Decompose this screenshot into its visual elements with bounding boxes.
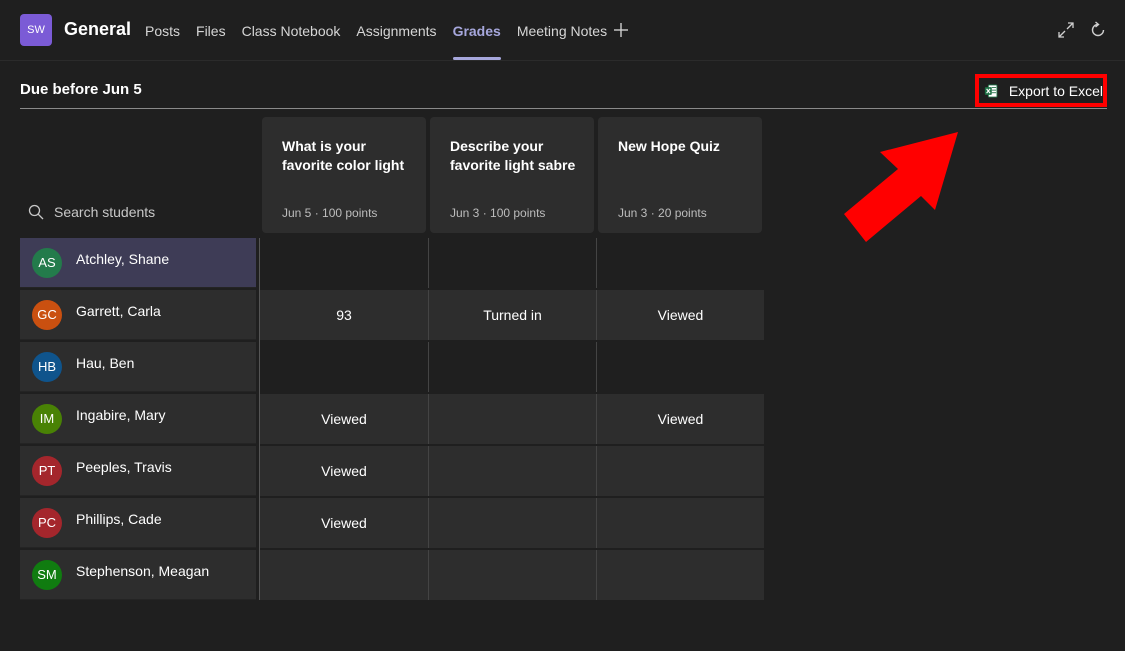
student-row-peeples[interactable]: PT Peeples, Travis <box>20 446 256 496</box>
grade-cell[interactable] <box>260 342 428 392</box>
header-divider <box>20 108 1107 109</box>
grade-row: 93 Turned in Viewed <box>260 290 764 340</box>
grade-cell[interactable]: Viewed <box>260 394 428 444</box>
row-separator <box>260 548 764 550</box>
assignment-header-new-hope-quiz[interactable]: New Hope Quiz Jun 3 · 20 points <box>598 117 762 233</box>
student-name: Stephenson, Meagan <box>76 562 210 579</box>
assignment-points: 100 points <box>322 206 378 220</box>
search-students[interactable]: Search students <box>28 204 155 220</box>
tab-bar: Posts Files Class Notebook Assignments G… <box>145 0 623 61</box>
grade-row <box>260 550 764 600</box>
assignment-points: 100 points <box>490 206 546 220</box>
tab-files[interactable]: Files <box>196 0 226 61</box>
grade-cell[interactable] <box>428 550 596 600</box>
assignment-title: Describe your favorite light sabre <box>450 138 576 173</box>
avatar: AS <box>32 247 62 278</box>
grade-row <box>260 238 764 288</box>
grade-cell[interactable] <box>596 446 764 496</box>
export-label: Export to Excel <box>1008 82 1103 99</box>
grade-cell[interactable]: Viewed <box>260 446 428 496</box>
grade-row <box>260 342 764 392</box>
student-row-garrett[interactable]: GC Garrett, Carla <box>20 290 256 340</box>
avatar: IM <box>32 403 62 434</box>
avatar: SM <box>32 559 62 590</box>
assignment-date: Jun 5 <box>282 206 312 220</box>
row-separator <box>260 444 764 446</box>
student-row-phillips[interactable]: PC Phillips, Cade <box>20 498 256 548</box>
add-tab-icon[interactable] <box>612 20 630 40</box>
grade-cell[interactable] <box>596 342 764 392</box>
search-icon <box>28 204 44 220</box>
channel-name: General <box>64 19 132 39</box>
tab-assignments[interactable]: Assignments <box>356 0 436 61</box>
grade-cell[interactable] <box>596 238 764 288</box>
grade-cell[interactable] <box>260 238 428 288</box>
student-name: Hau, Ben <box>76 354 135 371</box>
grade-cell[interactable]: Turned in <box>428 290 596 340</box>
grade-cell[interactable] <box>260 550 428 600</box>
assignment-header-light-sabre[interactable]: Describe your favorite light sabre Jun 3… <box>430 117 594 233</box>
grade-row: Viewed Viewed <box>260 394 764 444</box>
tab-posts[interactable]: Posts <box>145 0 180 61</box>
grade-cell[interactable]: Viewed <box>596 290 764 340</box>
search-label: Search students <box>54 204 156 220</box>
avatar: PT <box>32 455 62 486</box>
grade-cell[interactable] <box>596 550 764 600</box>
avatar: HB <box>32 351 62 382</box>
red-arrow-annotation <box>844 132 958 242</box>
row-separator <box>260 496 764 498</box>
team-avatar[interactable]: SW <box>20 14 52 46</box>
tab-meeting-notes[interactable]: Meeting Notes <box>517 0 607 61</box>
refresh-icon[interactable] <box>1089 21 1107 39</box>
top-bar: SW General Posts Files Class Notebook As… <box>0 0 1125 61</box>
grade-row: Viewed <box>260 446 764 496</box>
assignment-meta: Jun 3 · 20 points <box>618 206 707 220</box>
grade-cell[interactable]: Viewed <box>260 498 428 548</box>
student-row-hau[interactable]: HB Hau, Ben <box>20 342 256 392</box>
grade-cell[interactable] <box>428 342 596 392</box>
student-row-ingabire[interactable]: IM Ingabire, Mary <box>20 394 256 444</box>
grade-cell[interactable] <box>596 498 764 548</box>
assignment-date: Jun 3 <box>618 206 648 220</box>
expand-icon[interactable] <box>1057 21 1075 39</box>
assignment-date: Jun 3 <box>450 206 480 220</box>
export-to-excel-button[interactable]: Export to Excel <box>975 74 1107 107</box>
excel-icon <box>984 84 998 97</box>
grade-row: Viewed <box>260 498 764 548</box>
grade-cell[interactable] <box>428 238 596 288</box>
due-date-heading: Due before Jun 5 <box>20 81 142 98</box>
avatar: GC <box>32 299 62 330</box>
avatar: PC <box>32 507 62 538</box>
grade-cell[interactable] <box>428 498 596 548</box>
student-name: Garrett, Carla <box>76 302 161 319</box>
student-name: Peeples, Travis <box>76 458 172 475</box>
assignment-title: New Hope Quiz <box>618 138 720 154</box>
student-name: Atchley, Shane <box>76 250 170 267</box>
student-name: Phillips, Cade <box>76 510 162 527</box>
tab-class-notebook[interactable]: Class Notebook <box>242 0 341 61</box>
grade-cell[interactable]: 93 <box>260 290 428 340</box>
assignment-header-color-light[interactable]: What is your favorite color light Jun 5 … <box>262 117 426 233</box>
student-row-stephenson[interactable]: SM Stephenson, Meagan <box>20 550 256 600</box>
assignment-meta: Jun 5 · 100 points <box>282 206 378 220</box>
tab-grades[interactable]: Grades <box>452 0 502 61</box>
student-name: Ingabire, Mary <box>76 406 166 423</box>
student-row-atchley[interactable]: AS Atchley, Shane <box>20 238 256 288</box>
assignment-meta: Jun 3 · 100 points <box>450 206 546 220</box>
assignment-points: 20 points <box>658 206 707 220</box>
grade-cell[interactable] <box>428 394 596 444</box>
grade-cell[interactable] <box>428 446 596 496</box>
grade-cell[interactable]: Viewed <box>596 394 764 444</box>
assignment-title: What is your favorite color light <box>282 138 405 173</box>
